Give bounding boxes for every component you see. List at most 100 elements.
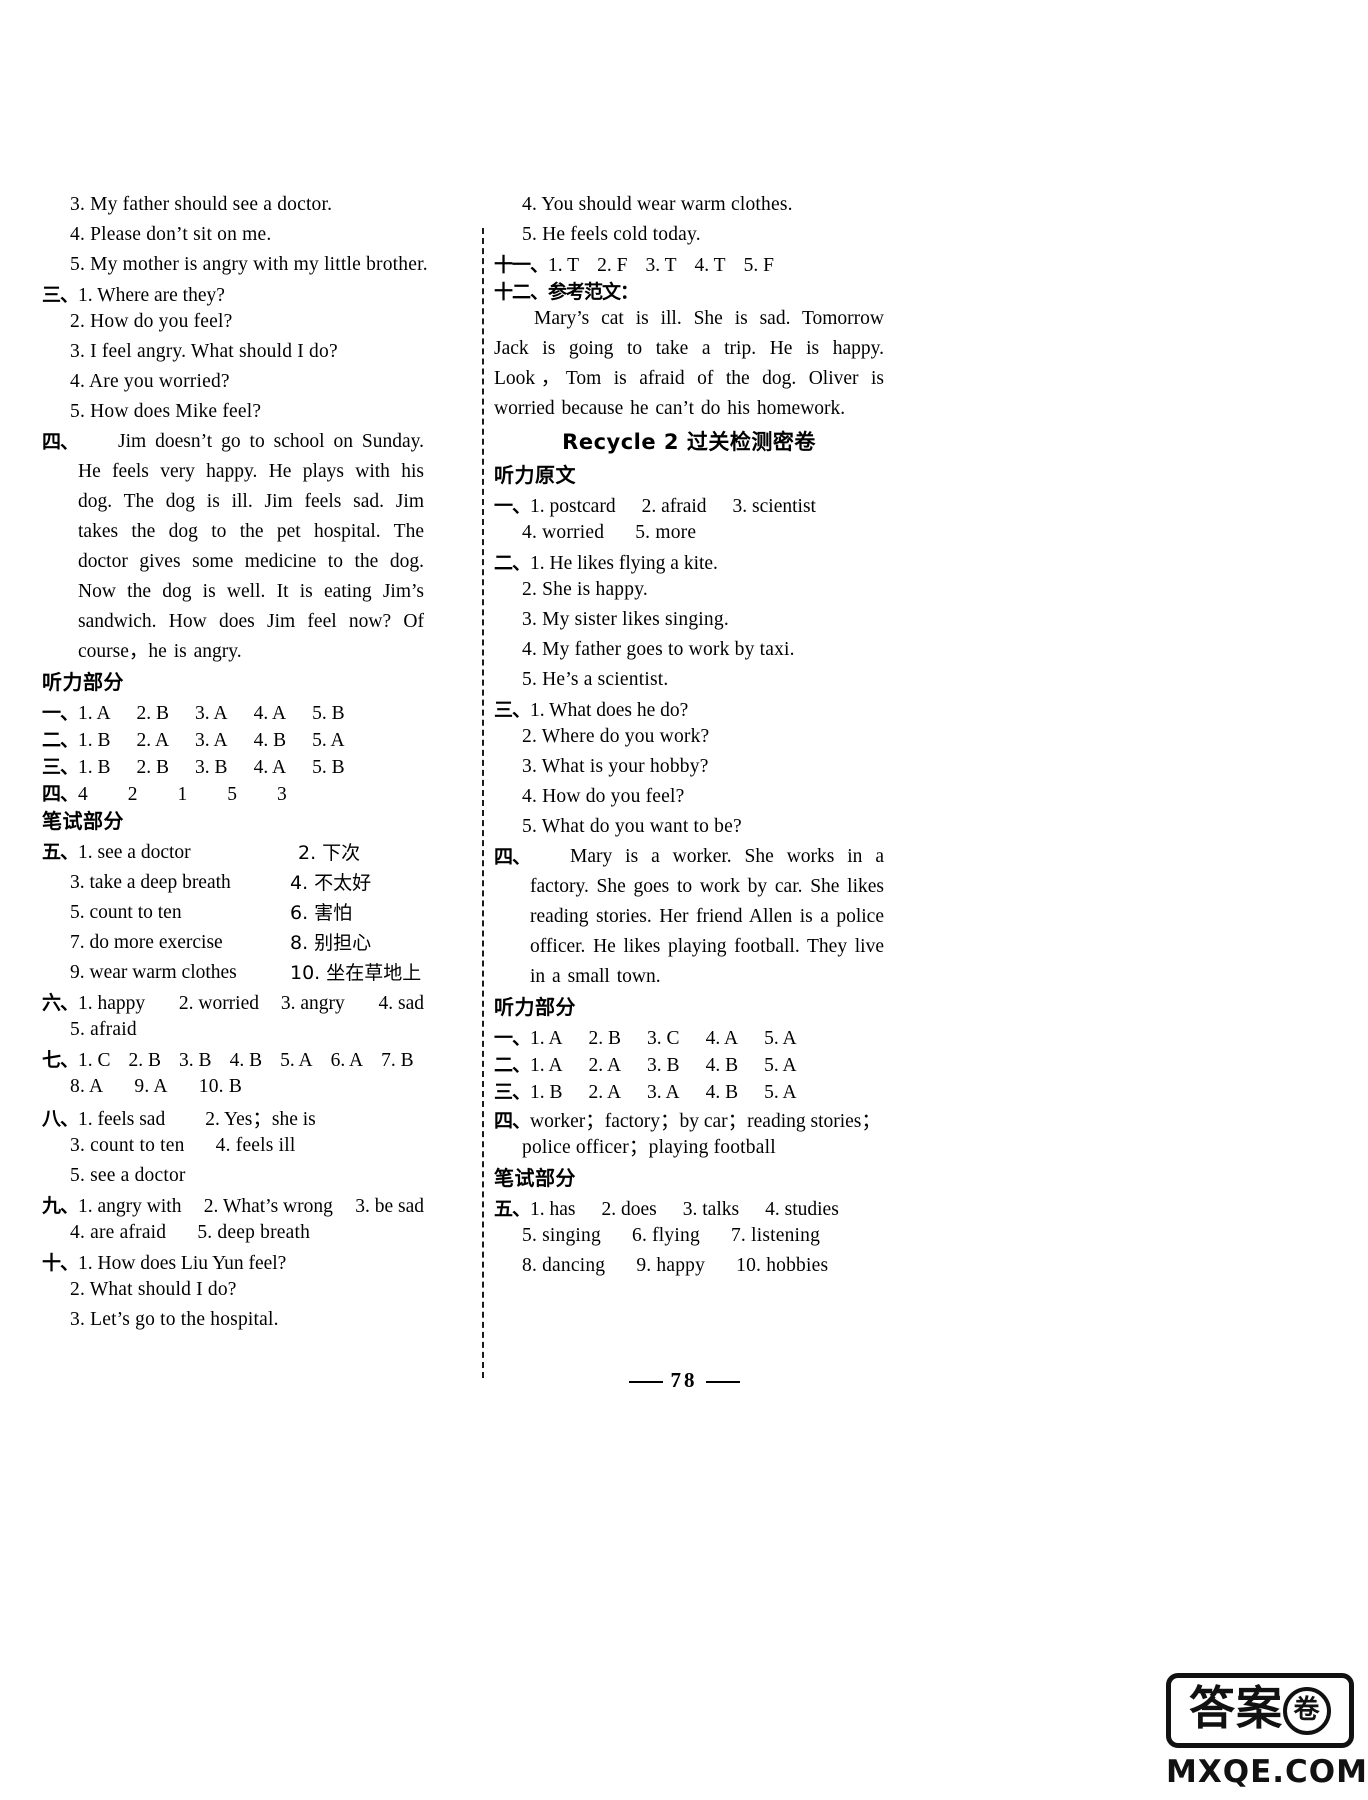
answer: 7. listening [730,1225,821,1246]
listening-part-heading: 听力部分 [42,670,124,694]
answer-row: 二、 1. B 2. A 3. A 4. B 5. A [42,725,424,752]
section-five: 五、 1. see a doctor 2. 下次 [42,837,424,868]
answer: 2. Yes；she is [205,1109,316,1130]
sample-essay-label: 参考范文： [548,281,639,303]
answer: 6. flying [632,1225,700,1246]
script-item: 1. He likes flying a kite. [530,553,718,574]
answer: 1. A [530,1028,563,1049]
answer-pair: 5. count to ten 6. 害怕 [42,898,424,928]
script-item: 5. more [635,522,697,543]
page-number-value: 78 [670,1368,698,1392]
answer: 3. A [195,703,228,724]
section-marker: 十二、 [494,281,549,303]
section-marker: 七、 [42,1049,79,1071]
answer: 4. A [253,757,287,778]
section-marker: 四、 [42,431,79,453]
answer: 5. see a doctor [70,1165,186,1186]
script-item: 5. What do you want to be? [522,816,742,837]
answer-row: 二、 1. A 2. A 3. B 4. B 5. A [494,1050,884,1077]
script-item: 5. He’s a scientist. [522,669,669,690]
answer: 4. feels ill [215,1135,296,1156]
answer: 5. F [743,255,774,276]
page-dash-left [628,1381,663,1384]
section-marker: 二、 [494,552,531,574]
answer: 5 [227,784,238,805]
answer: 2. What’s wrong [203,1196,333,1217]
answer-row: 5. singing 6. flying 7. listening [494,1221,884,1251]
reading-passage: Mary is a worker. She works in a factory… [530,846,884,987]
answer: 3. B [647,1055,680,1076]
listening-script-heading: 听力原文 [494,463,576,487]
section-eight: 八、 1. feels sad 2. Yes；she is [42,1102,424,1131]
answer-row: 4. are afraid 5. deep breath [42,1218,424,1248]
answer: 6. A [330,1050,364,1071]
script-line: 4. You should wear warm clothes. [522,194,793,215]
answer: police officer；playing football [522,1137,776,1158]
section-item: 3. I feel angry. What should I do? [70,341,338,362]
section-marker: 三、 [494,699,531,721]
answer: 1. B [530,1082,563,1103]
answer: 5. singing [522,1225,601,1246]
listening-part-heading: 听力部分 [494,995,576,1019]
section-seven: 七、 1. C 2. B 3. B 4. B 5. A 6. A 7. B [42,1045,424,1072]
answer: 1. A [78,703,111,724]
answer: 9. wear warm clothes [70,962,237,983]
script-item: 2. Where do you work? [522,726,710,747]
script-item: 4. How do you feel? [522,786,685,807]
answer-key-page: 3. My father should see a doctor. 4. Ple… [0,0,1368,1800]
page-number: 78 [0,1368,1368,1393]
script-item: 1. postcard [530,496,616,517]
answer: 1. angry with [78,1196,182,1217]
answer: 3 [277,784,287,805]
watermark: 答案卷 MXQE.COM [1166,1673,1367,1790]
answer-pair: 3. take a deep breath 4. 不太好 [42,868,424,898]
answer: 2. A [588,1082,622,1103]
answer: 3. angry [280,993,345,1014]
answer: 3. take a deep breath [70,872,231,893]
answer: 10. 坐在草地上 [290,962,422,984]
answer: 9. happy [636,1255,706,1276]
answer: 1. has [530,1199,576,1220]
answer: 5. afraid [70,1019,137,1040]
answer: 4. A [705,1028,739,1049]
answer: 1. B [78,730,111,751]
answer: 5. A [280,1050,313,1071]
answer: 4. B [705,1055,739,1076]
answer-row: 一、 1. A 2. B 3. A 4. A 5. B [42,698,424,725]
section-twelve: 十二、 参考范文： [494,277,884,304]
section-six: 六、 1. happy 2. worried 3. angry 4. sad [42,988,424,1015]
answer: 2 [127,784,138,805]
answer: 1. happy [78,993,146,1014]
answer: 2. What should I do? [70,1279,237,1300]
reading-passage: Jim doesn’t go to school on Sunday. He f… [78,431,424,662]
script-item: 3. What is your hobby? [522,756,709,777]
answer: 5. A [764,1082,797,1103]
answer: 2. A [588,1055,622,1076]
answer: 1. see a doctor [78,842,191,863]
answer: 8. dancing [522,1255,606,1276]
answer: 2. B [136,703,170,724]
script-line: 4. Please don’t sit on me. [70,224,272,245]
answer: 1 [177,784,188,805]
section-marker: 三、 [42,284,79,306]
answer: 3. count to ten [70,1135,185,1156]
answer-row: 三、 1. B 2. B 3. B 4. A 5. B [42,752,424,779]
section-marker: 五、 [494,1198,531,1220]
answer-row: 3. count to ten 4. feels ill [42,1131,424,1161]
written-part-heading: 笔试部分 [42,809,124,833]
section-eleven: 十一、 1. T 2. F 3. T 4. T 5. F [494,250,884,277]
section-marker: 二、 [494,1054,531,1076]
section-marker: 十、 [42,1252,79,1274]
script-item: 4. worried [522,522,605,543]
answer: 2. A [136,730,170,751]
answer-section-four: 四、 worker；factory；by car；reading stories… [494,1104,884,1133]
section-marker: 十一、 [494,254,549,276]
section-marker: 二、 [42,729,79,751]
answer: 1. B [78,757,111,778]
two-column-body: 3. My father should see a doctor. 4. Ple… [0,190,1368,1335]
answer: 5. B [312,757,345,778]
section-item: 2. How do you feel? [70,311,233,332]
answer: 4. 不太好 [290,872,372,894]
script-item: 2. afraid [641,496,707,517]
script-row: 4. worried 5. more [494,518,884,548]
